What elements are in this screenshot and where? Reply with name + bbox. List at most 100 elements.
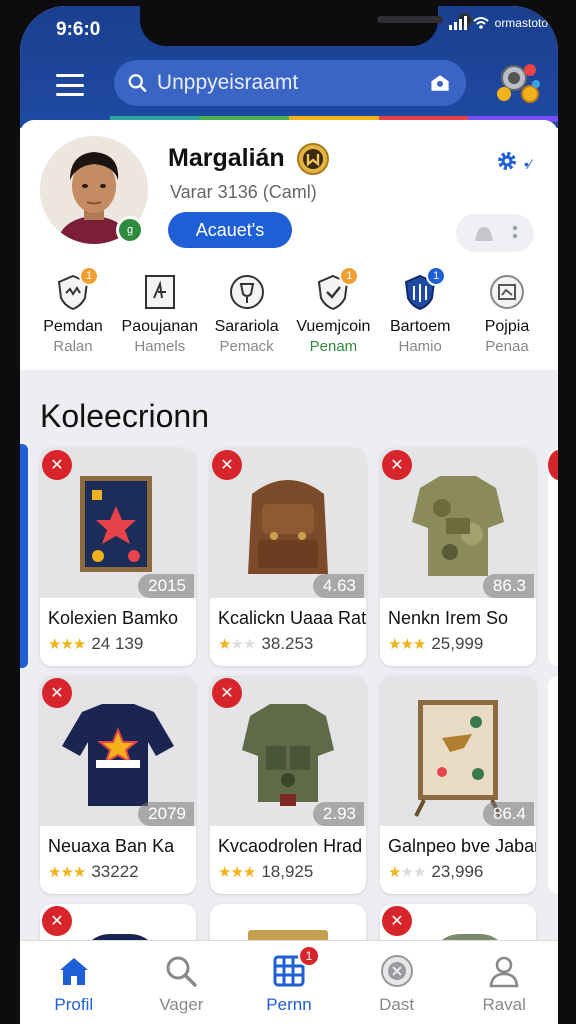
nav-label: Vager <box>159 995 204 1014</box>
stat-subtitle: Pemack <box>219 338 274 355</box>
collection-card[interactable]: ✕ 86.3 Nenkn Irem So ★★★ 25,999 <box>380 448 536 666</box>
phone-frame: 9:6:0 ormastoto Unppyeisraamt g Margaliá… <box>0 0 576 1024</box>
app-header: 9:6:0 ormastoto <box>20 6 558 128</box>
collection-title: Koleecrionn <box>40 398 209 434</box>
stat-item-0[interactable]: 1 Pemdan Ralan <box>30 266 116 362</box>
collection-card[interactable]: ✕ 2015 Kolexien Bamko ★★★ 24 139 <box>40 448 196 666</box>
app-screen: 9:6:0 ormastoto Unppyeisraamt g Margaliá… <box>20 6 558 1024</box>
card-meta: ★★★ 33222 <box>48 862 139 882</box>
device-notch <box>140 6 472 46</box>
nav-item-pernn[interactable]: 1 Pernn <box>244 941 334 1024</box>
card-count: 38.253 <box>261 634 314 653</box>
status-indicators: ormastoto <box>448 16 548 30</box>
gear-icon[interactable] <box>496 150 518 172</box>
nav-label: Raval <box>482 995 526 1014</box>
card-title: Galnpeo bve Jabar <box>388 836 536 856</box>
card-count: 18,925 <box>261 862 314 881</box>
card-number: 2015 <box>138 574 194 598</box>
remove-badge-icon[interactable]: ✕ <box>42 678 72 708</box>
card-meta: ★★★ 18,925 <box>218 862 313 882</box>
person-icon <box>489 956 519 988</box>
card-meta: ★★★ 23,996 <box>388 862 483 882</box>
status-time: 9:6:0 <box>56 19 101 40</box>
status-brand: ormastoto <box>494 16 548 30</box>
stat-subtitle: Penam <box>309 338 358 355</box>
notification-pill[interactable] <box>456 214 534 252</box>
card-meta: ★★★ 25,999 <box>388 634 483 654</box>
more-vertical-icon <box>512 225 517 239</box>
stat-title: Pojpia <box>484 318 530 335</box>
rating-stars-icon: ★★★ <box>218 864 256 881</box>
bell-icon <box>474 227 493 241</box>
stat-subtitle: Hamio <box>398 338 442 355</box>
store-icon[interactable] <box>428 69 452 97</box>
remove-badge-icon[interactable]: ✕ <box>42 450 72 480</box>
online-status-icon: g <box>116 216 144 244</box>
collection-card[interactable]: 86.4 Galnpeo bve Jabar ★★★ 23,996 <box>380 676 536 894</box>
card-meta: ★★★ 38.253 <box>218 634 313 654</box>
remove-badge-icon[interactable]: ✕ <box>382 450 412 480</box>
stat-item-1[interactable]: Paoujanan Hamels <box>117 272 203 362</box>
stat-item-5[interactable]: Pojpia Penaa <box>464 272 550 362</box>
search-icon <box>166 956 198 987</box>
stat-item-3[interactable]: 1 Vuemjcoin Penam <box>290 266 376 362</box>
user-name: Margalián <box>168 144 285 172</box>
nav-label: Pernn <box>266 995 312 1014</box>
rating-stars-icon: ★★★ <box>388 636 426 653</box>
signal-icon <box>448 16 467 30</box>
stat-title: Paoujanan <box>121 318 199 335</box>
bottom-navigation: Profil Vager 1 Pernn Dast Raval <box>20 940 558 1024</box>
card-count: 24 139 <box>91 634 144 653</box>
remove-badge-icon[interactable] <box>548 450 558 480</box>
nav-label: Profil <box>54 995 94 1014</box>
nav-item-dast[interactable]: Dast <box>352 941 442 1024</box>
nav-item-raval[interactable]: Raval <box>459 941 549 1024</box>
card-title: Kolexien Bamko <box>48 608 179 628</box>
stat-title: Sarariola <box>214 318 279 335</box>
remove-badge-icon[interactable]: ✕ <box>382 906 412 936</box>
stat-item-4[interactable]: 1 Bartoem Hamio <box>377 266 463 362</box>
nav-item-vager[interactable]: Vager <box>136 941 226 1024</box>
remove-badge-icon[interactable]: ✕ <box>42 906 72 936</box>
search-input[interactable] <box>156 71 428 95</box>
rating-stars-icon: ★★★ <box>388 864 426 881</box>
trophy-icon <box>229 275 264 309</box>
card-number: 86.3 <box>482 574 534 598</box>
card-count: 33222 <box>91 862 139 881</box>
search-bar[interactable] <box>114 60 466 106</box>
stat-badge: 1 <box>339 266 360 286</box>
card-title: Kvcaodrolen Hrad <box>218 836 363 856</box>
nav-label: Dast <box>379 995 415 1014</box>
collection-card[interactable]: ✕ 4.63 Kcalickn Uaaa Rat ★★★ 38.253 <box>210 448 366 666</box>
card-number: 2079 <box>138 802 194 826</box>
card-title: Kcalickn Uaaa Rat <box>218 608 366 628</box>
stat-item-2[interactable]: Sarariola Pemack <box>204 272 290 362</box>
card-meta: ★★★ 24 139 <box>48 634 143 654</box>
menu-button[interactable] <box>56 74 84 96</box>
settings-more-icon[interactable]: •⁄ <box>524 156 531 172</box>
collection-card-partial[interactable] <box>548 676 558 894</box>
remove-badge-icon[interactable]: ✕ <box>212 678 242 708</box>
remove-badge-icon[interactable]: ✕ <box>212 450 242 480</box>
verified-badge-icon <box>297 143 329 175</box>
frame-icon <box>489 275 524 309</box>
collection-card[interactable]: ✕ 2.93 Kvcaodrolen Hrad ★★★ 18,925 <box>210 676 366 894</box>
collection-card[interactable]: ✕ 2079 Neuaxa Ban Ka ★★★ 33222 <box>40 676 196 894</box>
achievement-medal-icon[interactable] <box>492 56 544 108</box>
stat-subtitle: Hamels <box>134 338 186 355</box>
stat-title: Bartoem <box>389 318 451 335</box>
nav-item-profil[interactable]: Profil <box>29 941 119 1024</box>
stat-title: Vuemjcoin <box>296 318 371 335</box>
collection-card-partial[interactable] <box>548 448 558 666</box>
home-icon <box>59 958 88 985</box>
rating-stars-icon: ★★★ <box>48 864 86 881</box>
stat-title: Pemdan <box>43 318 103 335</box>
collection-side-tab[interactable] <box>20 444 28 668</box>
collection-section: Koleecrionn ✕ 2015 Kolexien Bamko ★★★ 24 … <box>20 370 558 964</box>
rating-stars-icon: ★★★ <box>218 636 256 653</box>
card-number: 86.4 <box>482 802 534 826</box>
user-subtitle: Varar 3136 (Caml) <box>170 182 317 202</box>
card-number: 2.93 <box>312 802 364 826</box>
account-button[interactable]: Acauet's <box>168 212 292 248</box>
wifi-icon <box>472 17 489 29</box>
